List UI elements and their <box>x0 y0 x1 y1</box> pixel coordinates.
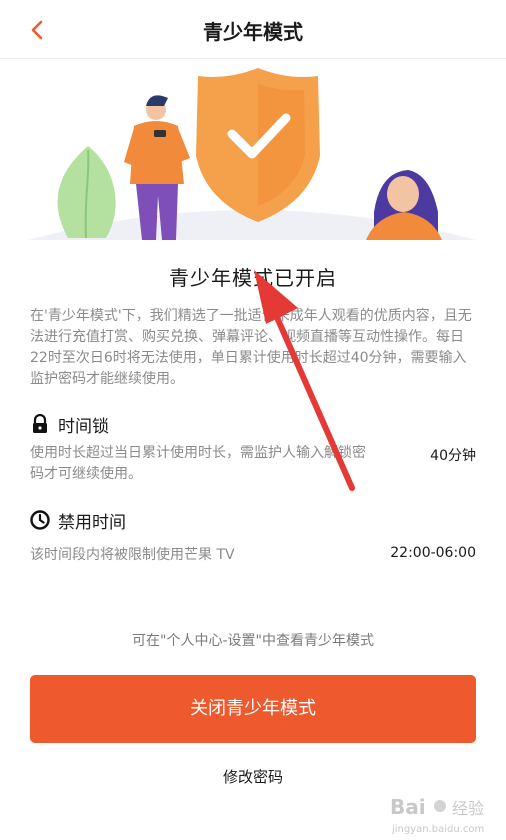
clock-icon <box>30 510 50 530</box>
mode-description: 在'青少年模式'下，我们精选了一批适合未成年人观看的优质内容，且无法进行充值打赏… <box>30 308 472 387</box>
ban-time-label: 禁用时间 <box>58 512 126 533</box>
watermark-domain: jingyan.baidu.com <box>391 824 484 835</box>
change-password-link[interactable]: 修改密码 <box>0 766 506 787</box>
page-title: 青少年模式 <box>203 20 303 44</box>
baidu-jingyan-watermark: Bai 经验 jingyan.baidu.com <box>390 795 484 835</box>
status-heading: 青少年模式已开启 <box>169 266 337 290</box>
watermark-logo-text: Bai <box>390 795 426 819</box>
ban-time-description: 该时间段内将被限制使用芒果 TV <box>30 547 235 563</box>
top-nav-bar: 青少年模式 <box>0 0 506 59</box>
lock-icon <box>33 414 47 433</box>
settings-hint: 可在"个人中心-设置"中查看青少年模式 <box>132 633 374 649</box>
time-lock-value: 40分钟 <box>430 448 476 464</box>
time-lock-label: 时间锁 <box>58 416 109 437</box>
close-teen-mode-button[interactable]: 关闭青少年模式 <box>30 675 476 743</box>
teen-mode-illustration <box>28 68 476 240</box>
watermark-sub-text: 经验 <box>452 799 484 818</box>
time-lock-header: 时间锁 <box>30 412 109 437</box>
time-lock-description: 使用时长超过当日累计使用时长，需监护人输入解锁密码才可继续使用。 <box>30 445 366 482</box>
ban-time-value: 22:00-06:00 <box>390 545 476 561</box>
ban-time-header: 禁用时间 <box>30 508 126 533</box>
